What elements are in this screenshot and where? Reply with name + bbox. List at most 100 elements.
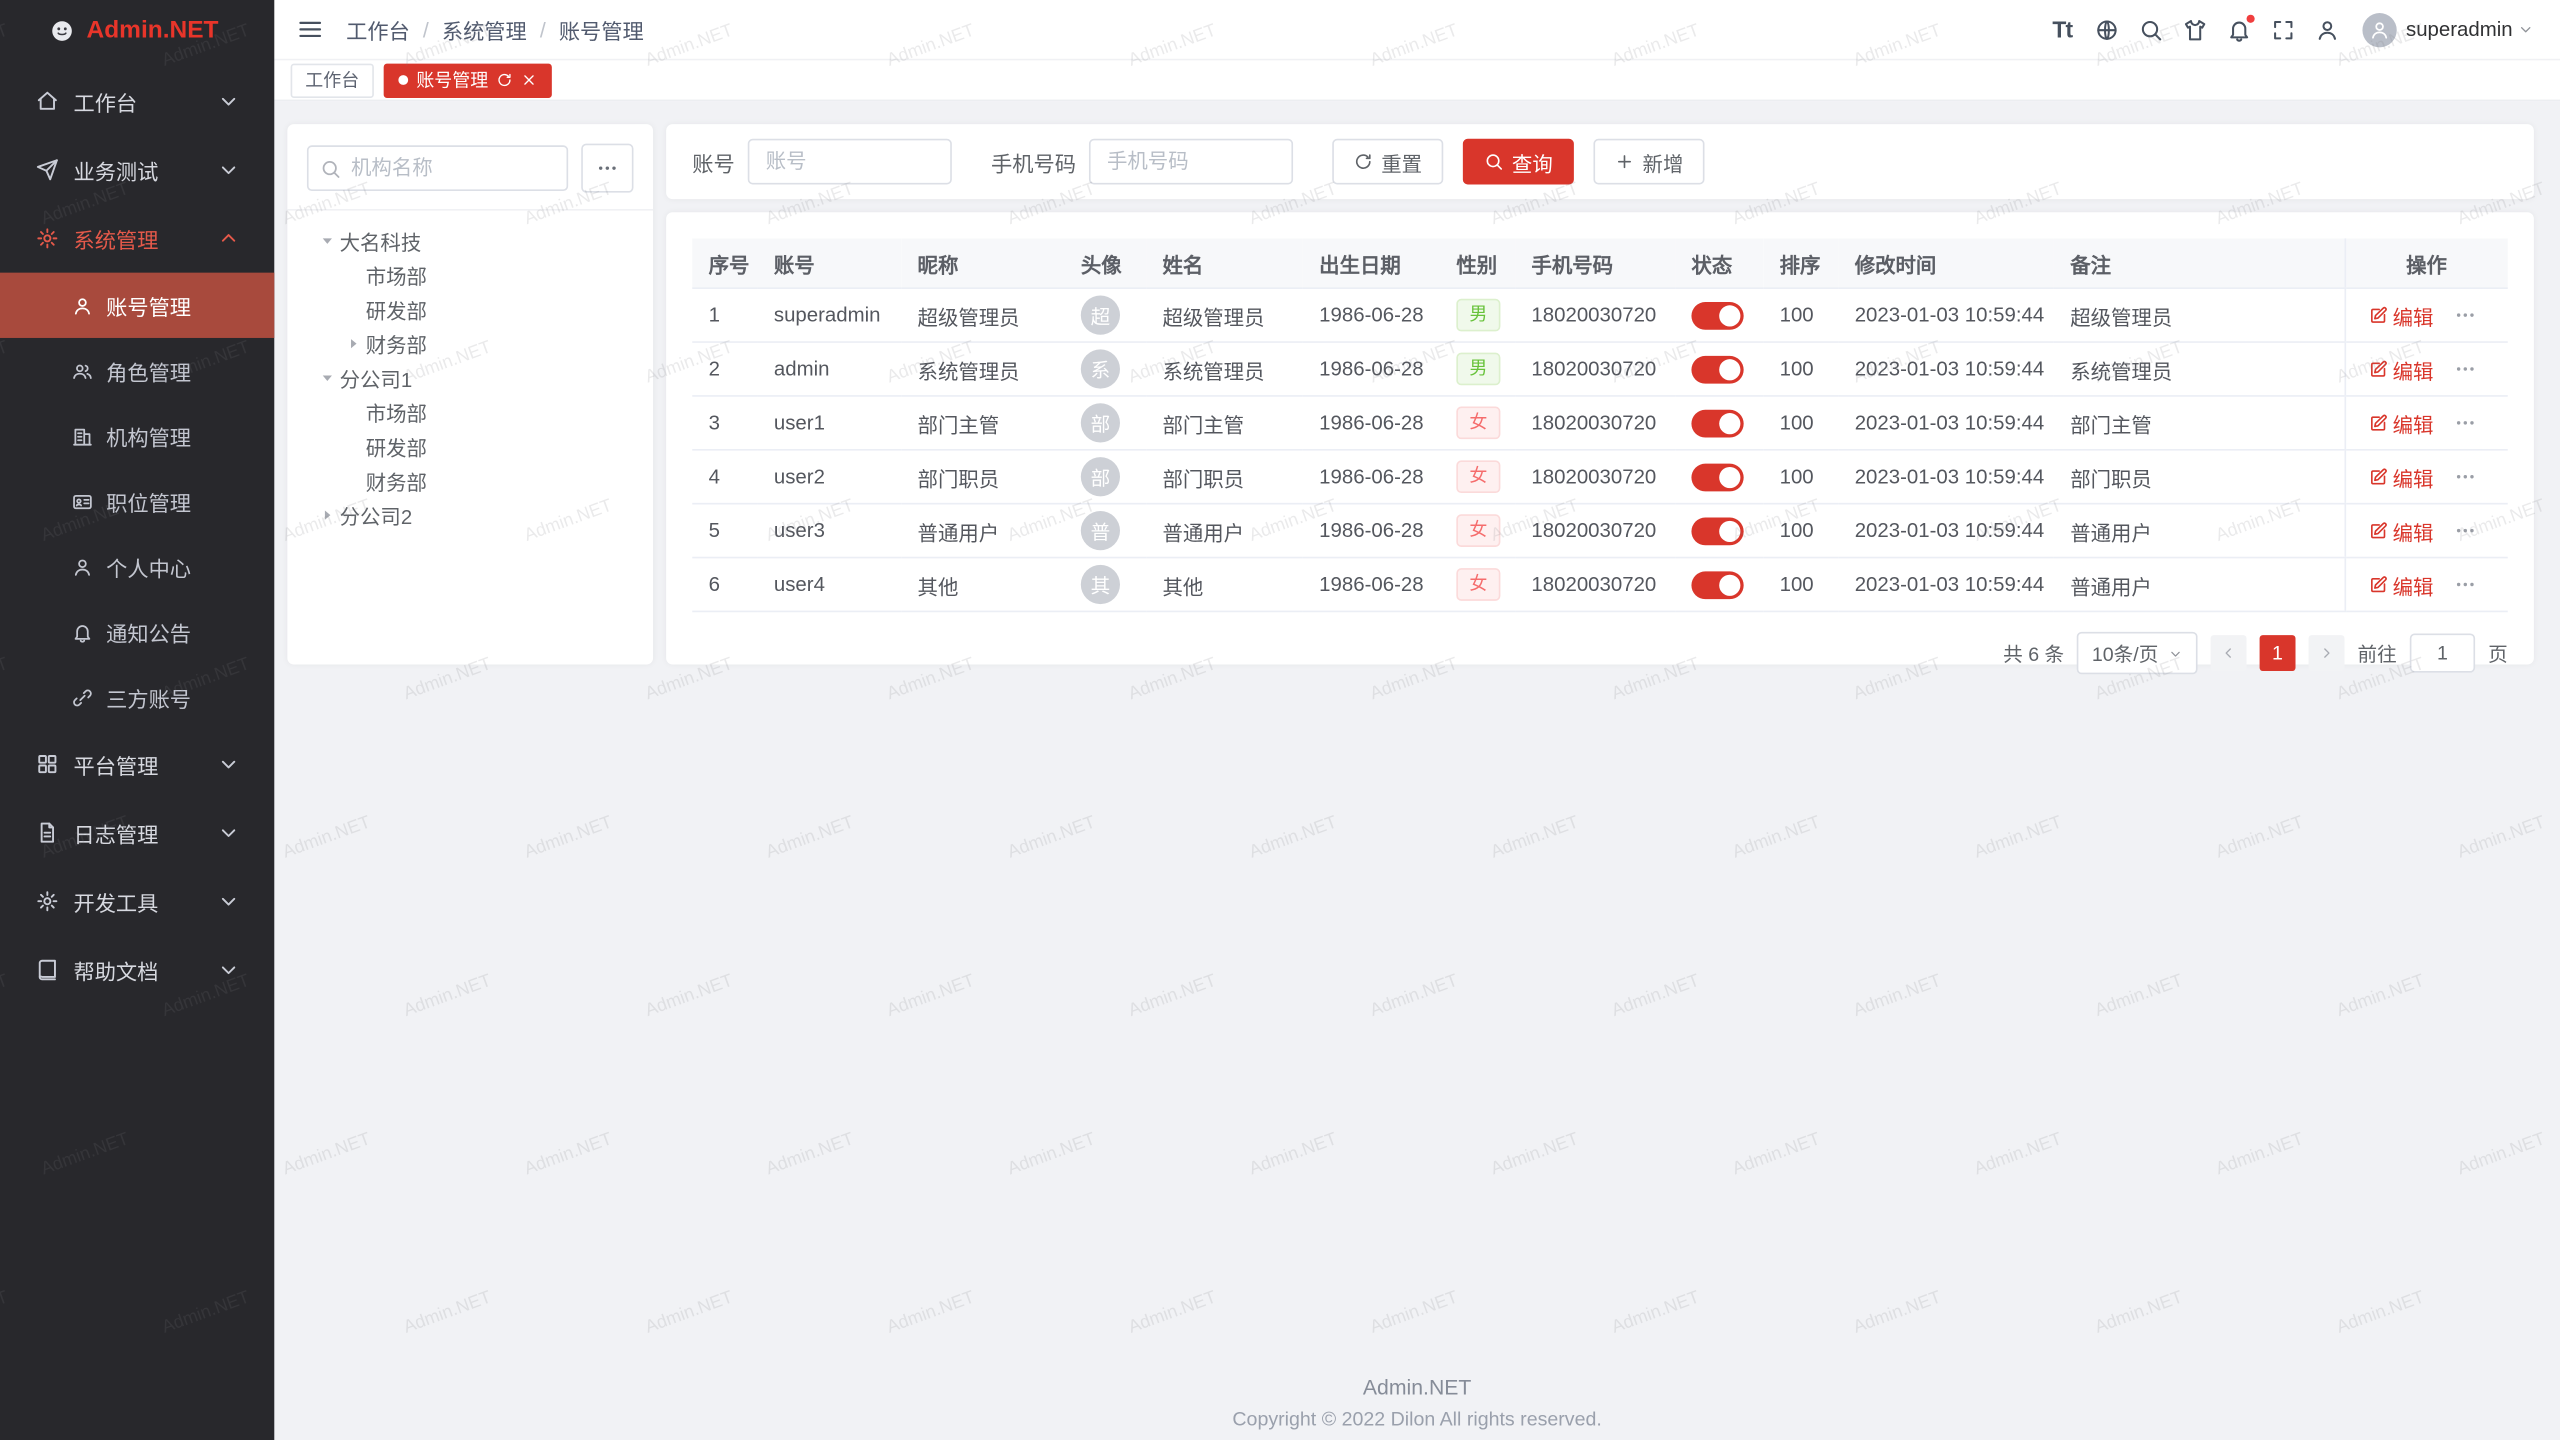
cell-account: user2 [758, 450, 902, 504]
toggle-knob [1719, 520, 1740, 541]
search-button[interactable]: 查询 [1463, 139, 1574, 185]
more-actions-button[interactable] [2453, 304, 2476, 327]
globe-button[interactable] [2084, 0, 2128, 60]
sidebar-item[interactable]: 开发工具 [0, 867, 274, 936]
status-toggle[interactable] [1691, 463, 1743, 491]
row-number: 2 [709, 358, 720, 381]
table-row: 2admin系统管理员系系统管理员1986-06-28男180200307201… [692, 342, 2508, 396]
tree-node[interactable]: 分公司1 [294, 361, 647, 395]
caret-right-icon[interactable] [313, 508, 339, 523]
org-search-wrap [307, 145, 568, 191]
status-toggle[interactable] [1691, 301, 1743, 329]
current-page-button[interactable]: 1 [2260, 635, 2296, 671]
status-toggle[interactable] [1691, 517, 1743, 545]
reset-button[interactable]: 重置 [1332, 139, 1443, 185]
username[interactable]: superadmin [2406, 18, 2513, 41]
tree-node[interactable]: 研发部 [294, 292, 647, 326]
goto-page-input[interactable] [2410, 633, 2475, 672]
phone-input[interactable] [1089, 139, 1293, 185]
more-actions-button[interactable] [2453, 465, 2476, 488]
sidebar-item[interactable]: 帮助文档 [0, 936, 274, 1005]
edit-button[interactable]: 编辑 [2368, 353, 2433, 384]
edit-button-label: 编辑 [2393, 461, 2434, 492]
sidebar-subitem[interactable]: 职位管理 [0, 469, 274, 534]
sidebar-subitem[interactable]: 账号管理 [0, 273, 274, 338]
org-search-input[interactable] [307, 145, 568, 191]
breadcrumb-item[interactable]: 系统管理 [442, 14, 527, 45]
gender-badge: 女 [1456, 407, 1500, 440]
phone-value: 18020030720 [1531, 519, 1656, 542]
edit-button[interactable]: 编辑 [2368, 569, 2433, 600]
phone-value: 18020030720 [1531, 465, 1656, 488]
tree-node[interactable]: 研发部 [294, 429, 647, 463]
sidebar-subitem[interactable]: 通知公告 [0, 599, 274, 664]
edit-button[interactable]: 编辑 [2368, 407, 2433, 438]
user-button[interactable] [2305, 0, 2349, 60]
avatar[interactable] [2362, 12, 2396, 46]
logo[interactable]: Admin.NET [0, 0, 274, 60]
row-actions: 编辑 [2362, 569, 2492, 600]
edit-button-label: 编辑 [2393, 353, 2434, 384]
page-size-select[interactable]: 10条/页 [2077, 632, 2197, 674]
tree-node[interactable]: 分公司2 [294, 498, 647, 532]
view-tab[interactable]: 账号管理 [384, 63, 552, 97]
status-toggle[interactable] [1691, 355, 1743, 383]
tree-node[interactable]: 市场部 [294, 395, 647, 429]
column-header: 出生日期 [1303, 238, 1440, 288]
add-button[interactable]: 新增 [1594, 139, 1705, 185]
tree-node[interactable]: 大名科技 [294, 224, 647, 258]
row-actions: 编辑 [2362, 407, 2492, 438]
chevron-down-icon[interactable] [2518, 21, 2534, 37]
edit-button[interactable]: 编辑 [2368, 300, 2433, 331]
font-size-button[interactable]: Tt [2040, 0, 2084, 60]
sidebar-subitem[interactable]: 个人中心 [0, 534, 274, 599]
caret-down-icon[interactable] [313, 371, 339, 386]
more-actions-button[interactable] [2453, 358, 2476, 381]
account-input[interactable] [748, 139, 952, 185]
sidebar-item[interactable]: 系统管理 [0, 204, 274, 273]
more-actions-button[interactable] [2453, 519, 2476, 542]
sidebar-subitem[interactable]: 机构管理 [0, 403, 274, 468]
phone-value: 18020030720 [1531, 411, 1656, 434]
hamburger-menu-icon[interactable] [297, 16, 323, 42]
caret-right-icon[interactable] [340, 336, 366, 351]
status-toggle[interactable] [1691, 409, 1743, 437]
sidebar-item-label: 业务测试 [73, 154, 158, 185]
edit-icon [2368, 413, 2388, 433]
edit-button[interactable]: 编辑 [2368, 515, 2433, 546]
table-row: 6user4其他其其他1986-06-28女180200307201002023… [692, 558, 2508, 612]
sidebar-item[interactable]: 业务测试 [0, 136, 274, 205]
edit-button[interactable]: 编辑 [2368, 461, 2433, 492]
bell-button[interactable] [2217, 0, 2261, 60]
fullscreen-button[interactable] [2261, 0, 2305, 60]
refresh-icon[interactable] [496, 72, 512, 88]
breadcrumb-item[interactable]: 工作台 [346, 14, 410, 45]
cell-name: 普通用户 [1146, 504, 1303, 558]
more-actions-button[interactable] [2453, 411, 2476, 434]
plus-icon [1615, 152, 1635, 172]
view-tab[interactable]: 工作台 [291, 63, 374, 97]
tree-node[interactable]: 财务部 [294, 327, 647, 361]
sidebar-item[interactable]: 平台管理 [0, 730, 274, 799]
breadcrumb-item[interactable]: 账号管理 [559, 14, 644, 45]
cell-phone: 18020030720 [1515, 558, 1675, 612]
next-page-button[interactable] [2309, 635, 2345, 671]
tree-node[interactable]: 财务部 [294, 464, 647, 498]
search-button[interactable] [2128, 0, 2172, 60]
theme-button[interactable] [2173, 0, 2217, 60]
sidebar-subitem[interactable]: 角色管理 [0, 338, 274, 403]
org-more-button[interactable] [581, 144, 633, 193]
caret-down-icon[interactable] [313, 233, 339, 248]
sidebar-subitem[interactable]: 三方账号 [0, 664, 274, 729]
status-toggle[interactable] [1691, 571, 1743, 599]
prev-page-button[interactable] [2211, 635, 2247, 671]
cell-actions: 编辑 [2344, 342, 2507, 396]
sidebar-item[interactable]: 工作台 [0, 67, 274, 136]
sidebar-item[interactable]: 日志管理 [0, 798, 274, 867]
table-body: 1superadmin超级管理员超超级管理员1986-06-28男1802003… [692, 288, 2508, 611]
more-actions-button[interactable] [2453, 573, 2476, 596]
close-icon[interactable] [521, 72, 537, 88]
column-header-label: 状态 [1691, 254, 1732, 277]
tree-node[interactable]: 市场部 [294, 258, 647, 292]
column-header-label: 头像 [1081, 254, 1122, 277]
